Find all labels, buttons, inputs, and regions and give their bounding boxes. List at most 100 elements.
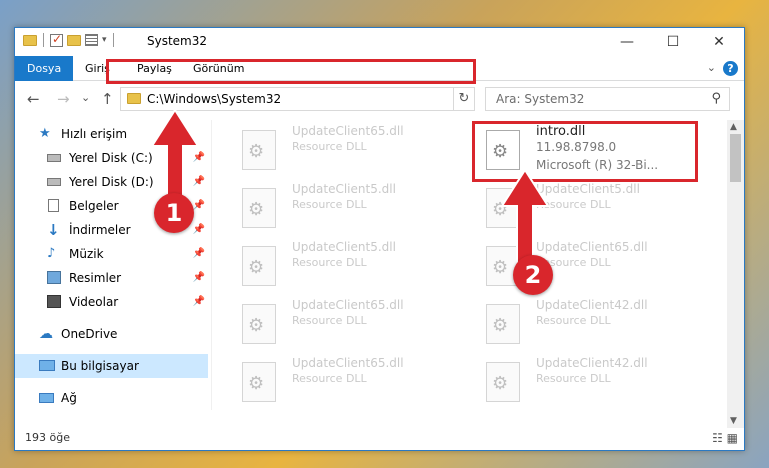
download-icon: ↓ xyxy=(47,221,60,239)
file-type: Resource DLL xyxy=(292,198,367,211)
dll-file-icon xyxy=(486,304,520,344)
file-item[interactable]: UpdateClient65.dll Resource DLL xyxy=(230,352,470,408)
drive-icon xyxy=(47,178,61,186)
scrollbar-thumb[interactable] xyxy=(730,134,741,182)
view-details-icon[interactable] xyxy=(85,34,98,46)
maximize-button[interactable]: ☐ xyxy=(650,28,696,56)
pin-icon[interactable]: 📌 xyxy=(193,290,205,314)
status-bar: 193 öğe ☷ ▦ xyxy=(15,428,744,450)
tab-file[interactable]: Dosya xyxy=(15,56,74,81)
arrow-shape xyxy=(150,108,200,207)
quick-access-toolbar: ▾ xyxy=(23,32,116,47)
view-toggle-buttons[interactable]: ☷ ▦ xyxy=(712,431,738,445)
file-item[interactable]: UpdateClient42.dll Resource DLL xyxy=(474,294,714,350)
sidebar-item-label: İndirmeler xyxy=(69,223,131,237)
video-icon xyxy=(47,295,61,308)
file-name: UpdateClient65.dll xyxy=(292,356,404,370)
file-item[interactable]: UpdateClient42.dll Resource DLL xyxy=(474,352,714,408)
pin-icon[interactable]: 📌 xyxy=(193,242,205,266)
file-type: Resource DLL xyxy=(536,372,611,385)
properties-check-icon[interactable] xyxy=(50,32,63,47)
new-folder-icon[interactable] xyxy=(67,34,81,46)
sidebar-item-label: Hızlı erişim xyxy=(61,127,128,141)
pin-icon[interactable]: 📌 xyxy=(193,218,205,242)
drive-icon xyxy=(47,154,61,162)
file-name: UpdateClient5.dll xyxy=(292,182,396,196)
toolbar-separator xyxy=(43,33,44,47)
toolbar-separator xyxy=(112,33,114,47)
sidebar-item-label: Yerel Disk (D:) xyxy=(69,175,154,189)
folder-icon xyxy=(23,34,37,46)
sidebar-item-this-pc[interactable]: Bu bilgisayar xyxy=(15,354,208,378)
customize-toolbar-chevron-icon[interactable]: ▾ xyxy=(102,35,107,45)
file-name: UpdateClient42.dll xyxy=(536,298,648,312)
sidebar-item-label: Ağ xyxy=(61,391,77,405)
file-item[interactable]: UpdateClient5.dll Resource DLL xyxy=(230,236,470,292)
file-item[interactable]: UpdateClient65.dll Resource DLL xyxy=(230,294,470,350)
star-icon: ★ xyxy=(39,126,51,141)
sidebar-item-music[interactable]: ♪ Müzik 📌 xyxy=(15,242,208,266)
step-1-badge: 1 xyxy=(154,193,194,233)
expand-ribbon-chevron-icon[interactable]: ⌄ xyxy=(707,61,716,74)
item-count: 193 öğe xyxy=(25,431,70,444)
step-2-badge: 2 xyxy=(513,255,553,295)
file-type: Resource DLL xyxy=(536,314,611,327)
file-item[interactable]: UpdateClient5.dll Resource DLL xyxy=(230,178,470,234)
sidebar-item-label: Videolar xyxy=(69,295,119,309)
help-icon[interactable]: ? xyxy=(723,61,738,76)
dll-file-icon xyxy=(242,246,276,286)
minimize-button[interactable]: — xyxy=(604,28,650,56)
window-title: System32 xyxy=(147,34,208,48)
file-type: Resource DLL xyxy=(292,256,367,269)
document-icon xyxy=(48,199,59,212)
file-name: UpdateClient5.dll xyxy=(536,182,640,196)
up-button[interactable]: ↑ xyxy=(101,90,114,108)
sidebar-item-label: Belgeler xyxy=(69,199,119,213)
arrow-up-annotation-2 xyxy=(500,168,550,267)
file-type: Resource DLL xyxy=(292,314,367,327)
pin-icon[interactable]: 📌 xyxy=(193,266,205,290)
file-name: UpdateClient5.dll xyxy=(292,240,396,254)
dll-file-icon xyxy=(486,362,520,402)
recent-locations-button[interactable]: ⌄ xyxy=(81,91,90,104)
file-name: UpdateClient65.dll xyxy=(292,298,404,312)
address-bar-highlight xyxy=(106,59,476,84)
sidebar-item-label: Müzik xyxy=(69,247,104,261)
pane-divider[interactable] xyxy=(211,120,212,410)
search-box[interactable]: Ara: System32 ⚲ xyxy=(485,87,730,111)
sidebar-item-label: Yerel Disk (C:) xyxy=(69,151,153,165)
sidebar-item-pictures[interactable]: Resimler 📌 xyxy=(15,266,208,290)
file-item[interactable]: UpdateClient65.dll Resource DLL xyxy=(230,120,470,176)
file-name: UpdateClient65.dll xyxy=(536,240,648,254)
cloud-icon: ☁ xyxy=(39,326,53,342)
dll-file-icon xyxy=(242,362,276,402)
address-path[interactable]: C:\Windows\System32 xyxy=(147,92,281,106)
sidebar-item-label: Bu bilgisayar xyxy=(61,359,139,373)
scroll-down-arrow-icon[interactable]: ▼ xyxy=(730,416,737,426)
file-name: UpdateClient65.dll xyxy=(292,124,404,138)
scroll-up-arrow-icon[interactable]: ▲ xyxy=(730,122,737,132)
sidebar-item-videos[interactable]: Videolar 📌 xyxy=(15,290,208,314)
refresh-button[interactable]: ↻ xyxy=(453,87,475,111)
navigation-bar: ← → ⌄ ↑ C:\Windows\System32 ⌄ ↻ Ara: Sys… xyxy=(15,82,744,116)
search-placeholder[interactable]: Ara: System32 xyxy=(496,92,584,106)
back-button[interactable]: ← xyxy=(27,90,40,108)
search-icon[interactable]: ⚲ xyxy=(711,91,721,106)
file-type: Resource DLL xyxy=(292,372,367,385)
close-button[interactable]: ✕ xyxy=(696,28,742,56)
sidebar-item-onedrive[interactable]: ☁ OneDrive xyxy=(15,322,208,346)
title-bar: ▾ System32 — ☐ ✕ xyxy=(15,28,744,56)
music-icon: ♪ xyxy=(47,246,56,261)
file-name: UpdateClient42.dll xyxy=(536,356,648,370)
vertical-scrollbar[interactable]: ▲ ▼ xyxy=(727,120,744,428)
forward-button[interactable]: → xyxy=(57,90,70,108)
folder-icon xyxy=(127,93,141,104)
dll-file-icon xyxy=(242,188,276,228)
arrow-shape xyxy=(500,168,550,267)
sidebar-item-label: Resimler xyxy=(69,271,122,285)
file-explorer-window: ▾ System32 — ☐ ✕ Dosya Giriş Paylaş Görü… xyxy=(14,27,745,451)
pictures-icon xyxy=(47,271,61,284)
dll-file-icon xyxy=(242,130,276,170)
dll-file-icon xyxy=(242,304,276,344)
sidebar-item-network[interactable]: Ağ xyxy=(15,386,208,410)
